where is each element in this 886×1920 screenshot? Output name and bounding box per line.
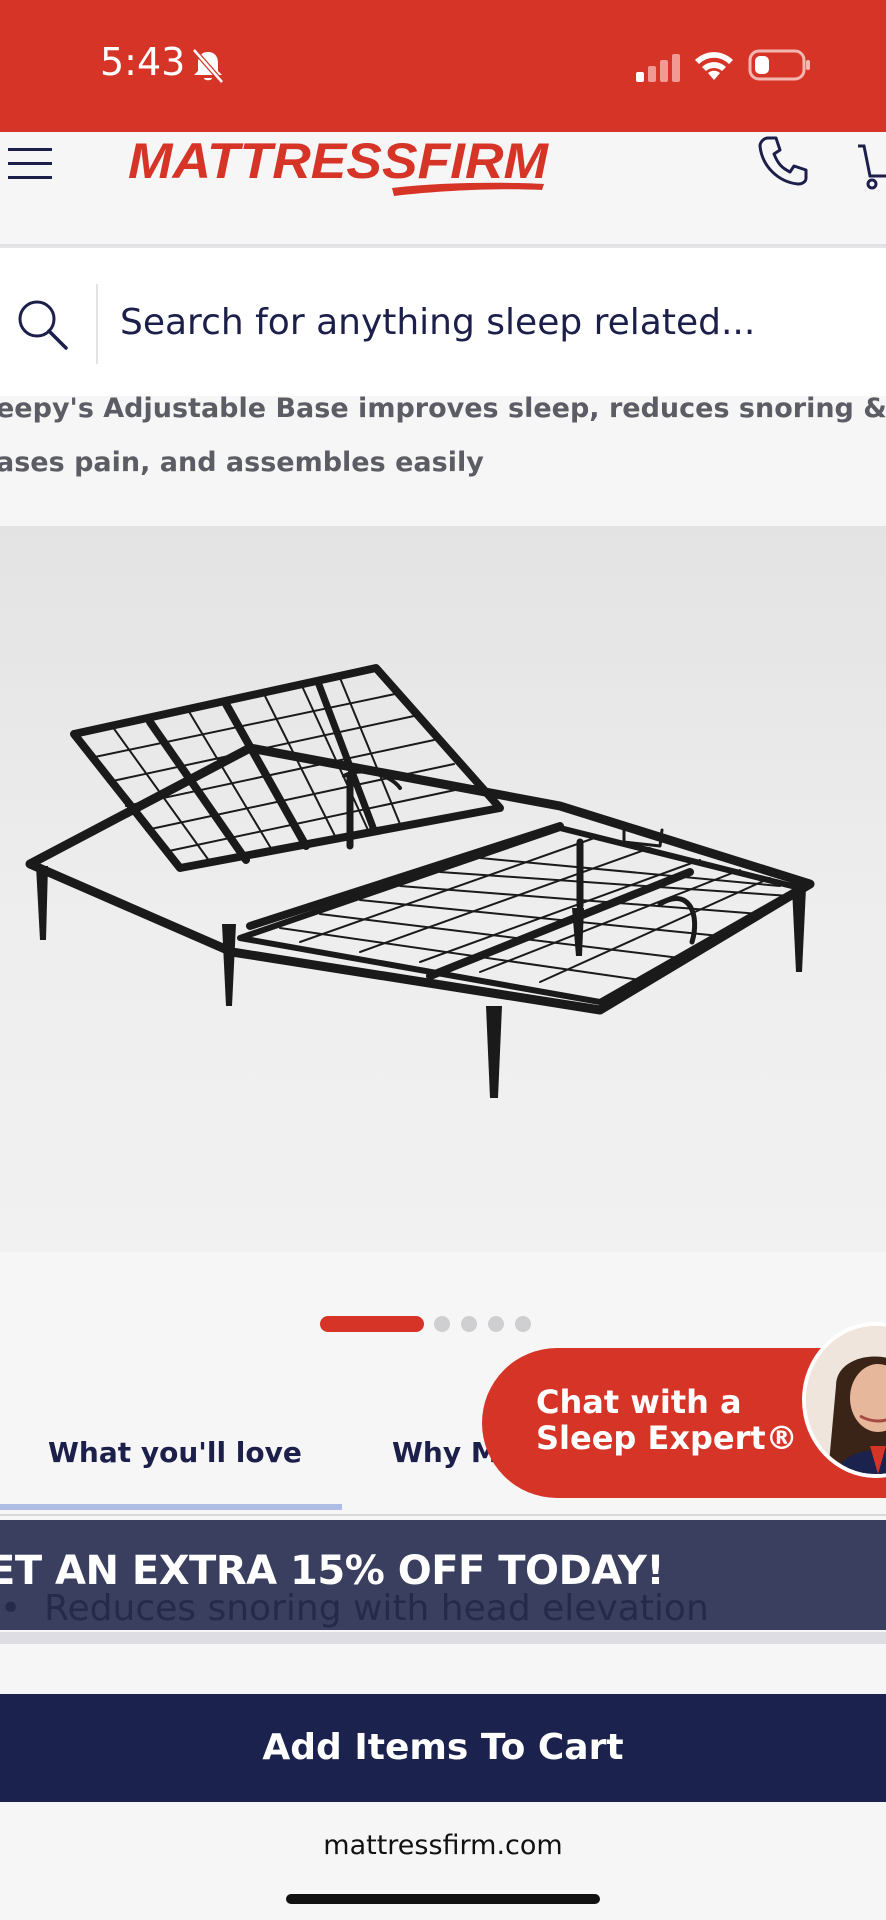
mattress-firm-logo[interactable]: MATTRESSFIRM (124, 132, 564, 204)
hamburger-menu-icon[interactable] (8, 140, 54, 188)
search-input[interactable] (120, 292, 860, 352)
cart-icon[interactable] (856, 136, 886, 192)
tab-why-mattress-firm[interactable]: Why M (392, 1436, 499, 1469)
description-line-1: eepy's Adjustable Base improves sleep, r… (0, 396, 886, 424)
promo-banner[interactable]: ET AN EXTRA 15% OFF TODAY! • Reduces sno… (0, 1520, 886, 1630)
carousel-dot[interactable] (434, 1316, 450, 1332)
chat-label: Chat with a Sleep Expert® (536, 1383, 798, 1457)
status-time: 5:43 (100, 40, 186, 84)
feature-bullet-text: Reduces snoring with head elevation (44, 1588, 709, 1629)
site-header: MATTRESSFIRM (0, 132, 886, 246)
product-description: eepy's Adjustable Base improves sleep, r… (0, 396, 886, 526)
signal-icon (636, 54, 680, 82)
description-line-2: ases pain, and assembles easily (0, 447, 484, 478)
product-image[interactable] (0, 526, 886, 1252)
page: 5:43 MATTRESSFIRM Search for anything sl… (0, 0, 886, 1920)
url-bar[interactable]: mattressfirm.com (0, 1830, 886, 1861)
svg-text:MATTRESSFIRM: MATTRESSFIRM (128, 133, 549, 189)
search-divider (96, 284, 98, 364)
search-icon[interactable] (14, 296, 70, 352)
carousel-dot[interactable] (461, 1316, 477, 1332)
carousel-dot-active[interactable] (320, 1316, 424, 1332)
feature-bullet: • Reduces snoring with head elevation (0, 1588, 709, 1629)
add-items-to-cart-button[interactable]: Add Items To Cart (0, 1694, 886, 1802)
tab-what-youll-love[interactable]: What you'll love (48, 1436, 302, 1469)
carousel-indicator (320, 1314, 540, 1334)
phone-icon[interactable] (756, 132, 812, 188)
search-bar (0, 246, 886, 399)
adjustable-base-illustration (25, 664, 815, 1098)
home-indicator[interactable] (286, 1894, 600, 1904)
carousel-dot[interactable] (488, 1316, 504, 1332)
wifi-icon (695, 52, 733, 80)
carousel-dot[interactable] (515, 1316, 531, 1332)
browser-footer: mattressfirm.com (0, 1802, 886, 1920)
battery-icon (748, 49, 810, 81)
active-tab-indicator (0, 1504, 342, 1510)
promo-divider (0, 1632, 886, 1644)
status-bar: 5:43 (0, 0, 886, 132)
bell-slash-icon (192, 48, 224, 84)
